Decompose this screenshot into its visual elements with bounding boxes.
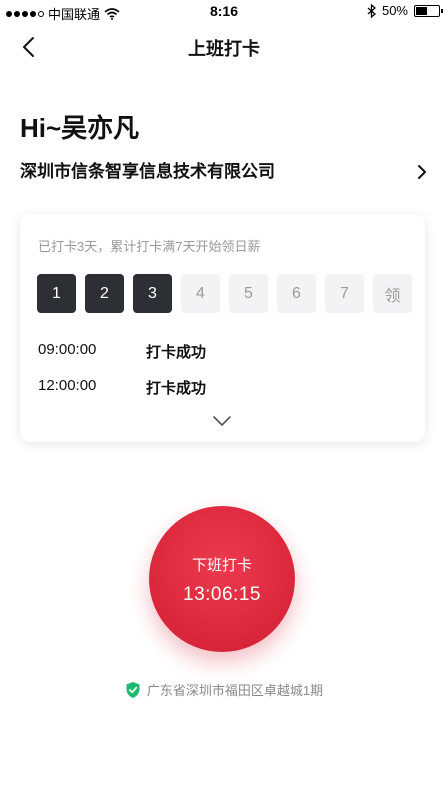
day-cell: 5	[229, 274, 268, 313]
day-cell: 3	[133, 274, 172, 313]
company-name: 深圳市信条智享信息技术有限公司	[20, 162, 275, 181]
day-cell: 2	[85, 274, 124, 313]
location-text: 广东省深圳市福田区卓越城1期	[146, 683, 324, 698]
status-right: 50%	[367, 3, 443, 18]
record-time: 09:00:00	[38, 341, 97, 358]
punch-record: 09:00:00 打卡成功	[38, 341, 206, 362]
checkin-card: 已打卡3天，累计打卡满7天开始领日薪 1 2 3 4 5 6 7 领 09:00…	[20, 214, 425, 442]
page-title: 上班打卡	[188, 39, 260, 59]
record-time: 12:00:00	[38, 377, 97, 394]
nav-bar: 上班打卡	[0, 24, 448, 68]
battery-percent: 50%	[381, 3, 408, 18]
status-bar: 中国联通 8:16 50%	[0, 0, 448, 24]
day-cell: 6	[277, 274, 316, 313]
punch-out-button[interactable]: 下班打卡 13:06:15	[149, 506, 295, 652]
location-row: 广东省深圳市福田区卓越城1期	[0, 680, 448, 699]
shield-check-icon	[126, 681, 140, 698]
checkin-note: 已打卡3天，累计打卡满7天开始领日薪	[38, 239, 261, 254]
punch-clock: 13:06:15	[183, 584, 261, 605]
company-row[interactable]: 深圳市信条智享信息技术有限公司	[20, 158, 430, 186]
day-cell: 7	[325, 274, 364, 313]
bluetooth-icon	[367, 3, 376, 18]
day-cell: 4	[181, 274, 220, 313]
greeting: Hi~吴亦凡	[20, 113, 140, 143]
punch-record: 12:00:00 打卡成功	[38, 377, 206, 398]
day-tracker: 1 2 3 4 5 6 7 领	[37, 274, 412, 313]
battery-fill	[416, 6, 427, 15]
record-status: 打卡成功	[146, 380, 207, 397]
chevron-right-icon	[418, 165, 426, 179]
punch-label: 下班打卡	[191, 557, 252, 574]
battery-icon	[414, 4, 443, 17]
day-cell: 1	[37, 274, 76, 313]
chevron-down-icon[interactable]	[212, 414, 232, 428]
claim-salary-cell[interactable]: 领	[373, 274, 412, 313]
record-status: 打卡成功	[146, 344, 207, 361]
